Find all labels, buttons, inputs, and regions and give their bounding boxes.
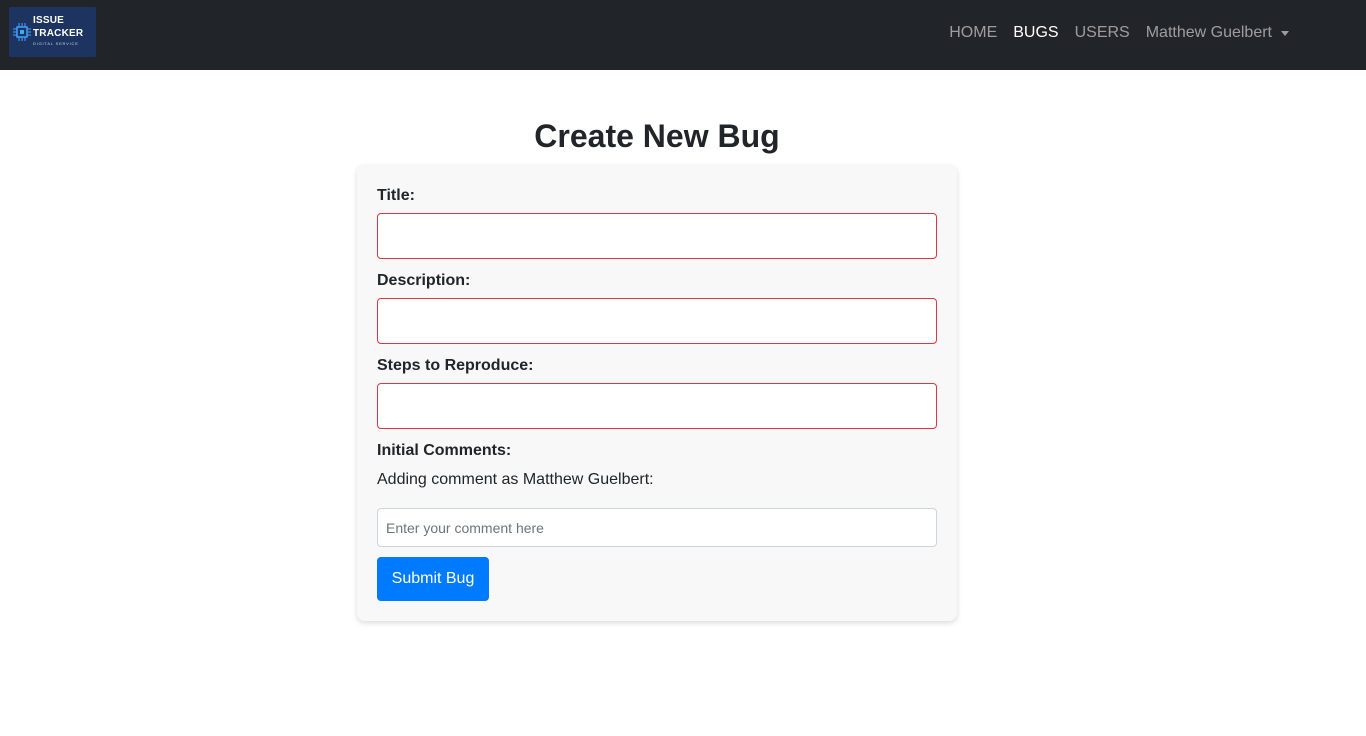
nav-link-users[interactable]: USERS: [1067, 24, 1138, 42]
circuit-chip-icon: [13, 23, 31, 41]
title-label: Title:: [377, 187, 415, 204]
create-bug-form: Title: Description: Steps to Reproduce: …: [357, 165, 957, 621]
steps-label: Steps to Reproduce:: [377, 357, 534, 374]
navbar: ISSUE TRACKER DIGITAL SERVICE HOME BUGS …: [0, 0, 1366, 70]
brand-line-2: TRACKER: [33, 28, 84, 39]
brand-tagline: DIGITAL SERVICE: [33, 41, 79, 46]
submit-bug-button[interactable]: Submit Bug: [377, 557, 489, 601]
title-input[interactable]: [377, 213, 937, 259]
description-label: Description:: [377, 272, 471, 289]
nav-link-home[interactable]: HOME: [941, 24, 1005, 42]
comment-author-note: Adding comment as Matthew Guelbert:: [377, 471, 654, 488]
initial-comments-label: Initial Comments:: [377, 442, 512, 459]
steps-to-reproduce-input[interactable]: [377, 383, 937, 429]
user-menu-toggle[interactable]: Matthew Guelbert: [1138, 24, 1297, 42]
description-input[interactable]: [377, 298, 937, 344]
comment-input[interactable]: [377, 508, 937, 547]
brand-line-1: ISSUE: [33, 15, 65, 26]
brand-logo[interactable]: ISSUE TRACKER DIGITAL SERVICE: [9, 7, 96, 57]
caret-down-icon: [1281, 30, 1289, 36]
main-nav: HOME BUGS USERS Matthew Guelbert: [941, 0, 1366, 66]
page-title: Create New Bug: [534, 118, 780, 154]
nav-link-bugs[interactable]: BUGS: [1005, 24, 1066, 42]
user-name: Matthew Guelbert: [1145, 24, 1272, 41]
